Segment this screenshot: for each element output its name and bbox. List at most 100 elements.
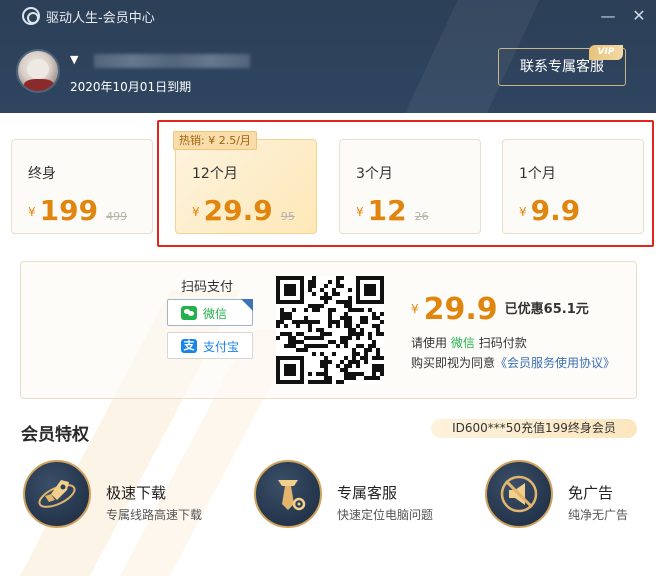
wechat-pay-button[interactable]: 微信 bbox=[167, 299, 253, 326]
qr-module bbox=[308, 284, 312, 288]
qr-module bbox=[300, 348, 304, 352]
qr-module bbox=[368, 376, 372, 380]
qr-module bbox=[356, 324, 360, 328]
qr-module bbox=[348, 372, 352, 376]
discount-text: 已优惠65.1元 bbox=[504, 302, 589, 317]
qr-module bbox=[292, 336, 296, 340]
selected-corner-icon bbox=[241, 299, 253, 311]
qr-module bbox=[344, 312, 348, 316]
alipay-button[interactable]: 支 支付宝 bbox=[167, 332, 253, 359]
qr-module bbox=[364, 316, 368, 320]
qr-module bbox=[328, 360, 332, 364]
qr-module bbox=[376, 368, 380, 372]
qr-module bbox=[324, 360, 328, 364]
qr-module bbox=[308, 380, 312, 384]
plan-price-value: 9.9 bbox=[530, 194, 581, 227]
app-logo-icon bbox=[22, 7, 40, 25]
qr-module bbox=[352, 332, 356, 336]
feature-desc: 专属线路高速下载 bbox=[106, 508, 203, 522]
payment-price: ¥29.9 已优惠65.1元 bbox=[411, 292, 589, 327]
currency-symbol: ¥ bbox=[411, 302, 419, 316]
qr-module bbox=[376, 376, 380, 380]
qr-module bbox=[324, 380, 328, 384]
plan-card-3-months[interactable]: 3个月 ¥12 26 bbox=[339, 139, 481, 234]
agreement-text: 购买即视为同意《会员服务使用协议》 bbox=[411, 354, 615, 371]
minimize-button[interactable]: — bbox=[596, 4, 620, 28]
qr-module bbox=[312, 292, 316, 296]
qr-module bbox=[320, 344, 324, 348]
avatar[interactable] bbox=[16, 49, 60, 93]
qr-module bbox=[300, 340, 304, 344]
qr-module bbox=[348, 288, 352, 292]
qr-module bbox=[292, 340, 296, 344]
qr-module bbox=[344, 356, 348, 360]
qr-module bbox=[284, 332, 288, 336]
qr-module bbox=[324, 292, 328, 296]
user-dropdown-chevron-down-icon[interactable]: ▼ bbox=[70, 53, 78, 66]
qr-module bbox=[316, 320, 320, 324]
qr-module bbox=[312, 304, 316, 308]
qr-module bbox=[344, 344, 348, 348]
qr-module bbox=[300, 332, 304, 336]
qr-module bbox=[292, 320, 296, 324]
plan-price: ¥9.9 bbox=[519, 194, 580, 227]
qr-module bbox=[344, 376, 348, 380]
qr-module bbox=[316, 336, 320, 340]
qr-module bbox=[352, 372, 356, 376]
qr-module bbox=[288, 332, 292, 336]
plan-card-lifetime[interactable]: 终身 ¥199 499 bbox=[11, 139, 153, 234]
qr-module bbox=[328, 380, 332, 384]
qr-module bbox=[320, 360, 324, 364]
qr-module bbox=[304, 348, 308, 352]
qr-module bbox=[368, 308, 372, 312]
plan-card-1-month[interactable]: 1个月 ¥9.9 bbox=[502, 139, 644, 234]
qr-module bbox=[352, 328, 356, 332]
agreement-link[interactable]: 《会员服务使用协议》 bbox=[495, 356, 615, 370]
plan-price: ¥29.9 95 bbox=[192, 194, 295, 227]
qr-module bbox=[336, 364, 340, 368]
qr-module bbox=[312, 336, 316, 340]
qr-module bbox=[316, 380, 320, 384]
qr-module bbox=[316, 308, 320, 312]
qr-module bbox=[320, 288, 324, 292]
plan-name: 1个月 bbox=[519, 166, 556, 182]
qr-module bbox=[332, 340, 336, 344]
plan-card-12-months[interactable]: 12个月 ¥29.9 95 bbox=[175, 139, 317, 234]
qr-module bbox=[348, 320, 352, 324]
qr-module bbox=[280, 312, 284, 316]
qr-module bbox=[312, 308, 316, 312]
pay-hint-suffix: 扫码付款 bbox=[478, 336, 527, 350]
qr-module bbox=[372, 316, 376, 320]
header: 驱动人生-会员中心 — ✕ ▼ 2020年10月01日到期 联系专属客服 VIP bbox=[0, 0, 656, 113]
expire-date: 2020年10月01日到期 bbox=[70, 80, 192, 94]
qr-module bbox=[348, 364, 352, 368]
qr-module bbox=[364, 284, 376, 296]
hot-sale-badge: 热销: ¥ 2.5/月 bbox=[173, 131, 257, 150]
qr-module bbox=[308, 336, 312, 340]
qr-module bbox=[280, 308, 284, 312]
qr-module bbox=[340, 368, 344, 372]
qr-module bbox=[336, 280, 340, 284]
qr-module bbox=[312, 344, 316, 348]
qr-module bbox=[340, 340, 344, 344]
qr-module bbox=[280, 316, 284, 320]
qr-module bbox=[344, 316, 348, 320]
qr-module bbox=[284, 312, 288, 316]
pay-hint-prefix: 请使用 bbox=[411, 336, 448, 350]
qr-module bbox=[344, 304, 348, 308]
close-button[interactable]: ✕ bbox=[627, 4, 651, 28]
rocket-icon bbox=[23, 460, 91, 528]
qr-module bbox=[364, 320, 368, 324]
qr-module bbox=[348, 304, 352, 308]
qr-module bbox=[320, 296, 324, 300]
qr-module bbox=[372, 372, 376, 376]
qr-module bbox=[296, 348, 300, 352]
vip-badge: VIP bbox=[589, 45, 623, 60]
qr-module bbox=[376, 356, 380, 360]
qr-module bbox=[332, 308, 336, 312]
qr-module bbox=[360, 332, 364, 336]
qr-module bbox=[344, 336, 348, 340]
currency-symbol: ¥ bbox=[192, 205, 200, 219]
recent-purchase-marquee: ID600***50充值199终身会员 bbox=[431, 419, 637, 438]
qr-module bbox=[340, 380, 344, 384]
